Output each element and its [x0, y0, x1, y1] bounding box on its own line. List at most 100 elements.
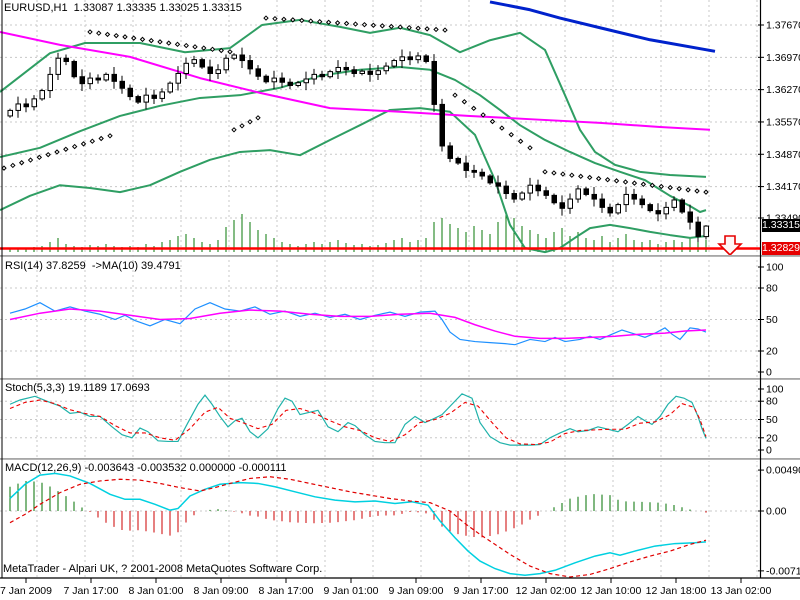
time-axis-label: 13 Jan 02:00 [711, 585, 772, 597]
candle-body [639, 198, 645, 206]
candle-body [183, 62, 189, 74]
candle-body [175, 72, 181, 84]
sar-dot [517, 138, 524, 144]
sar-dot [255, 115, 261, 121]
candle-body [71, 60, 77, 78]
y-axis-label: 100 [766, 262, 784, 274]
candle-body [287, 81, 293, 86]
sar-dot [122, 34, 128, 40]
time-axis-label: 8 Jan 01:00 [129, 585, 184, 597]
sar-dot [281, 16, 287, 22]
sar-dot [489, 118, 496, 125]
sar-dot [527, 145, 533, 151]
candle-body [343, 66, 349, 71]
stochastic-indicator-label: Stoch(5,3,3) 19.1189 17.0693 [5, 382, 150, 394]
candle-body [327, 71, 333, 78]
candle-body [143, 94, 149, 103]
sar-dot [685, 187, 691, 193]
candle-body [599, 198, 605, 208]
rsi [9, 302, 707, 346]
candle-body [215, 69, 221, 74]
sell-arrow-icon [717, 235, 743, 255]
time-axis-label: 9 Jan 17:00 [454, 585, 509, 597]
sar-dot [569, 172, 575, 178]
candle-body [231, 54, 237, 59]
time-axis-label: 8 Jan 09:00 [194, 585, 249, 597]
sar-dot [113, 32, 119, 39]
chart-canvas[interactable]: 1.37670 1.36970 1.36270 1.35570 1.34870 1.341… [0, 0, 800, 600]
rsi-panel[interactable] [0, 287, 760, 352]
sar-dot [263, 15, 269, 21]
sar-dot [87, 29, 93, 35]
y-axis-label: 1.34170 [766, 181, 800, 193]
candle-body [351, 69, 357, 74]
y-axis-label: 50 [766, 314, 778, 326]
time-axis-label: 7 Jan 17:00 [64, 585, 119, 597]
candle-body [463, 162, 469, 171]
sar-dot [658, 183, 664, 190]
sar-dot [542, 169, 548, 175]
candle-body [103, 73, 109, 81]
sar-dot [45, 151, 51, 158]
candle-body [447, 145, 453, 159]
y-axis-label: 1.37670 [766, 20, 800, 32]
stochastic-panel[interactable] [0, 393, 760, 446]
candle-body [383, 65, 389, 72]
candle-body [703, 225, 709, 238]
rsi-indicator-label: RSI(14) 37.8259 ->MA(10) 39.4791 [5, 260, 181, 272]
bollinger-lower-line [0, 107, 707, 254]
candle-body [695, 221, 701, 237]
sar-dot [63, 146, 69, 152]
candle-body [223, 57, 229, 71]
candle-body [503, 185, 509, 195]
candle-body [199, 59, 205, 68]
y-axis-label: 1.35570 [766, 116, 800, 128]
ma-blue-line [489, 0, 716, 53]
sar-dot [622, 179, 629, 185]
sar-dot [508, 131, 514, 138]
candle-body [431, 60, 437, 105]
sar-dot [131, 35, 137, 41]
time-axis-label: 8 Jan 17:00 [259, 585, 314, 597]
candle-body [303, 78, 309, 84]
candle-body [415, 55, 421, 61]
candle-body [39, 90, 45, 100]
candle-body [567, 198, 573, 209]
candle-body [247, 60, 253, 70]
candle-body [487, 175, 493, 184]
candle-body [679, 199, 685, 213]
macd-panel[interactable] [0, 472, 760, 578]
candle-body [159, 91, 165, 99]
sar-dot [18, 160, 25, 166]
candle-body [207, 66, 213, 74]
sar-dot [499, 125, 505, 131]
candle-body [367, 70, 373, 75]
candle-body [135, 96, 141, 103]
candle-body [543, 190, 549, 196]
candle-body [631, 193, 637, 200]
y-axis-label: 100 [766, 384, 784, 396]
candle-body [391, 60, 397, 67]
sar-dot [247, 119, 253, 125]
candle-body [15, 103, 21, 111]
candle-body [687, 211, 693, 223]
sar-dot [107, 133, 113, 139]
candle-body [455, 157, 461, 164]
candle-body [295, 82, 301, 86]
y-axis-label: 0.00 [766, 506, 787, 518]
candle-body [279, 77, 285, 83]
y-axis-label: 0 [766, 367, 772, 379]
metatrader-chart-window: 1.37670 1.36970 1.36270 1.35570 1.34870 1.341… [0, 0, 800, 600]
candle-body [519, 192, 525, 200]
candle-body [359, 70, 365, 74]
sar-dot [334, 20, 341, 26]
macd-indicator-label: MACD(12,26,9) -0.003643 -0.003532 0.0000… [5, 462, 287, 474]
candle-body [439, 103, 445, 147]
sar-dot [613, 178, 620, 184]
price-panel[interactable] [0, 0, 760, 255]
sar-dot [148, 37, 154, 44]
sar-dot [36, 154, 43, 161]
time-axis-label: 12 Jan 10:00 [581, 585, 642, 597]
candle-body [271, 77, 277, 83]
candle-body [111, 73, 117, 82]
